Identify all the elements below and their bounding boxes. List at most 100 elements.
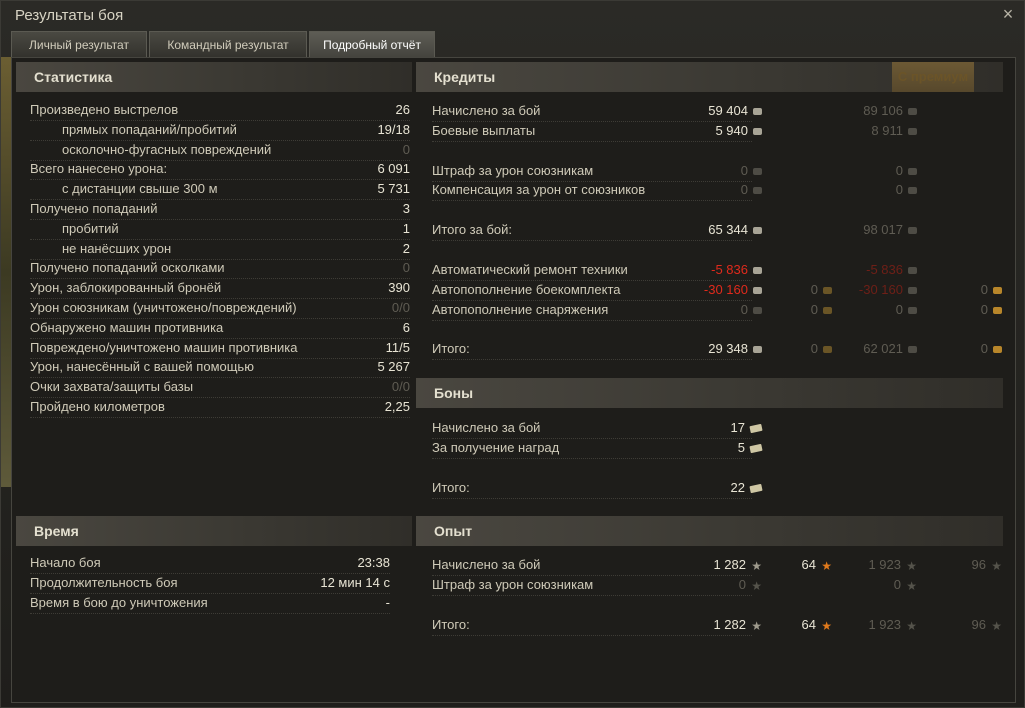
free-xp-value: 64 <box>801 557 816 572</box>
stats-row-value: 2 <box>402 240 410 256</box>
premium-credits-value: 0 <box>895 162 903 178</box>
stats-row-value: 6 <box>402 319 410 335</box>
credit-icon <box>753 306 762 314</box>
gold-icon <box>823 286 832 294</box>
credits-row: Начислено за бой 59 404 89 106 <box>432 101 1002 122</box>
stats-row-value: 19/18 <box>377 121 410 137</box>
credit-icon <box>753 167 762 175</box>
premium-credits-cell: 0 <box>832 300 917 320</box>
bonds-value: 17 <box>730 420 745 435</box>
credit-icon <box>908 127 917 135</box>
credit-icon <box>753 286 762 294</box>
stats-row: Пройдено километров 2,25 <box>30 397 410 418</box>
experience-row: Начислено за бой 1 282 ★ 64 ★ 1 923 ★ 96 ★ <box>432 555 1002 576</box>
premium-free-xp-value: 96 <box>971 557 986 572</box>
bonds-value: 22 <box>730 480 745 495</box>
bonds-value-cell: 17 <box>662 418 763 438</box>
premium-xp-value: 0 <box>893 577 901 592</box>
premium-credits-cell: 62 021 <box>832 339 917 359</box>
xp-cell: 1 282 ★ <box>662 615 762 635</box>
premium-credits-cell: 98 017 <box>832 220 917 240</box>
stats-row-value: 26 <box>395 102 410 117</box>
credits-value: 65 344 <box>708 222 748 238</box>
gold-icon <box>823 306 832 314</box>
xp-star-icon: ★ <box>991 618 1002 633</box>
experience-header: Опыт <box>416 516 1003 546</box>
title-bar: Результаты боя × <box>1 1 1025 31</box>
credits-header-label: Кредиты <box>434 69 496 85</box>
credits-value-cell: 0 <box>662 161 762 181</box>
xp-star-icon: ★ <box>751 578 762 593</box>
stats-row-value: 11/5 <box>385 339 410 355</box>
premium-xp-cell: 1 923 ★ <box>832 615 917 635</box>
stats-row-value: 0/0 <box>391 300 410 315</box>
credits-value-cell: 0 <box>662 300 762 320</box>
premium-credits-cell: 8 911 <box>832 121 917 141</box>
xp-star-icon: ★ <box>751 618 762 633</box>
tab-detailed-report[interactable]: Подробный отчёт <box>309 31 435 57</box>
gold-value-cell: 0 <box>762 339 832 359</box>
stats-row: Всего нанесено урона: 6 091 <box>30 159 410 181</box>
bonds-value: 5 <box>737 440 745 455</box>
stats-row-value: 6 091 <box>377 161 410 177</box>
premium-credits-cell: -5 836 <box>832 260 917 280</box>
stats-header: Статистика <box>16 62 412 92</box>
gold-value: 0 <box>810 301 818 317</box>
xp-star-icon: ★ <box>906 618 917 633</box>
credits-value: -5 836 <box>711 262 748 277</box>
premium-xp-value: 1 923 <box>868 557 901 572</box>
bonds-row: За получение наград 5 <box>432 438 763 459</box>
bond-icon <box>749 483 763 494</box>
credit-icon <box>753 267 762 275</box>
experience-row: Итого: 1 282 ★ 64 ★ 1 923 ★ 96 ★ <box>432 615 1002 636</box>
premium-credits-value: 8 911 <box>871 122 903 138</box>
credit-icon <box>908 267 917 275</box>
credits-row: Автоматический ремонт техники -5 836 -5 83… <box>432 260 1002 281</box>
credits-value-cell: 0 <box>662 180 762 200</box>
stats-row: осколочно-фугасных повреждений 0 <box>30 140 410 161</box>
premium-credits-cell: 89 106 <box>832 101 917 121</box>
credit-icon <box>753 108 762 116</box>
premium-free-xp-cell: 96 ★ <box>917 555 1002 575</box>
stats-row-value: 5 731 <box>377 181 410 197</box>
premium-credits-value: 89 106 <box>863 103 903 118</box>
background-strip <box>1 57 11 487</box>
tab-team-result[interactable]: Командный результат <box>149 31 307 57</box>
premium-free-xp-value: 96 <box>971 617 986 632</box>
free-xp-value: 64 <box>801 617 816 632</box>
stats-row-value: 0 <box>402 260 410 276</box>
tab-personal-result[interactable]: Личный результат <box>11 31 147 57</box>
battle-results-window: Результаты боя × Личный результат Команд… <box>0 0 1025 708</box>
credits-row: Итого за бой: 65 344 98 017 <box>432 220 1002 242</box>
xp-cell: 1 282 ★ <box>662 555 762 575</box>
stats-row: Урон, нанесённый с вашей помощью 5 267 <box>30 357 410 379</box>
premium-gold-value: 0 <box>980 281 988 297</box>
credits-row: Итого: 29 348 0 62 021 0 <box>432 339 1002 361</box>
stats-row: прямых попаданий/пробитий 19/18 <box>30 120 410 141</box>
credits-row: Боевые выплаты 5 940 8 911 <box>432 121 1002 142</box>
premium-credits-value: 0 <box>895 182 903 198</box>
time-row-value: 23:38 <box>357 555 390 570</box>
stats-row-value: 390 <box>388 280 410 296</box>
time-header: Время <box>16 516 412 546</box>
premium-xp-value: 1 923 <box>868 617 901 632</box>
stats-row: Урон союзникам (уничтожено/повреждений) 0… <box>30 298 410 319</box>
stats-row: Произведено выстрелов 26 <box>30 100 410 121</box>
credit-icon <box>908 306 917 314</box>
gold-icon <box>993 286 1002 294</box>
credits-value-cell: 5 940 <box>662 121 762 141</box>
stats-row: Очки захвата/защиты базы 0/0 <box>30 377 410 399</box>
bonds-value-cell: 5 <box>662 438 763 458</box>
time-row: Время в бою до уничтожения - <box>30 593 390 614</box>
free-xp-star-icon: ★ <box>821 558 832 573</box>
report-content: Статистика Произведено выстрелов 26 прямых… <box>11 57 1016 703</box>
credit-icon <box>908 346 917 354</box>
stats-row: Повреждено/уничтожено машин противника 11… <box>30 338 410 359</box>
credit-icon <box>908 108 917 116</box>
xp-star-icon: ★ <box>906 578 917 593</box>
credits-value: -30 160 <box>703 281 748 297</box>
close-icon[interactable]: × <box>998 4 1018 24</box>
xp-cell: 0 ★ <box>662 575 762 595</box>
time-row-value: - <box>385 595 390 610</box>
credits-row: Штраф за урон союзникам 0 0 <box>432 161 1002 182</box>
